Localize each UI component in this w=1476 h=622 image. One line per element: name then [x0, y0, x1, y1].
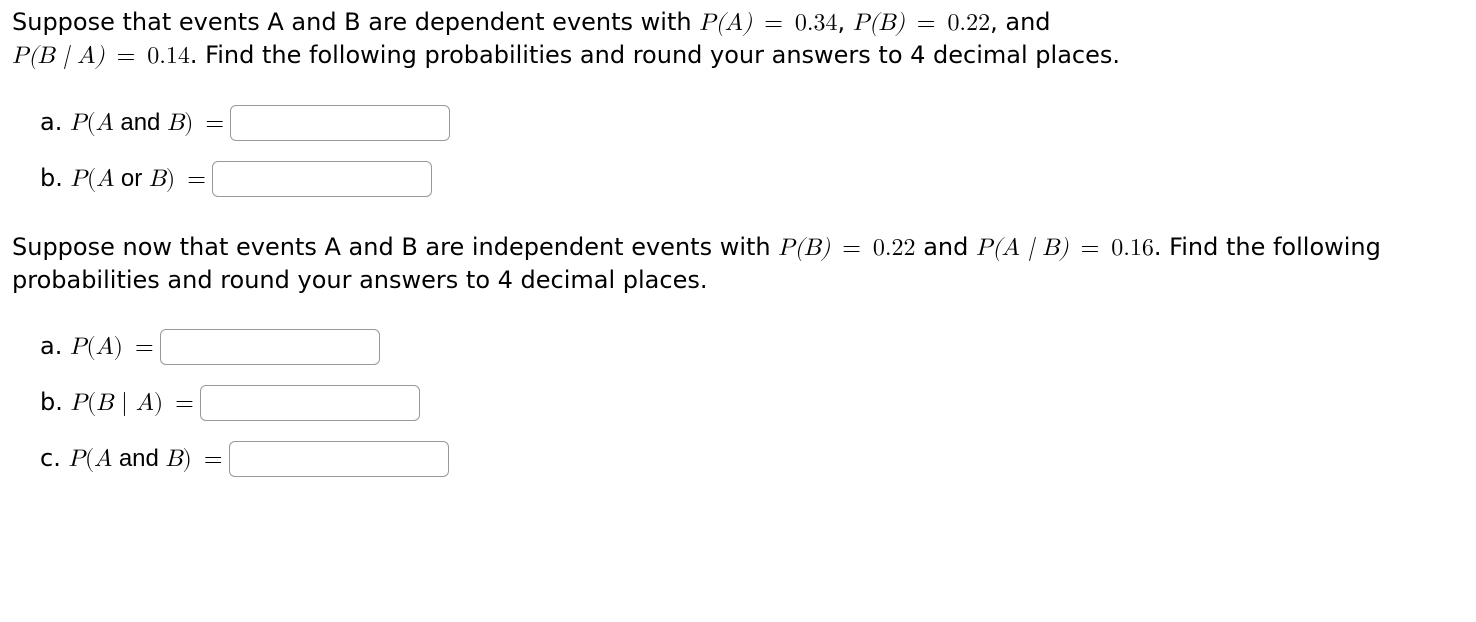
question-set-1: a. P(A and B) = b. P(A or B) =	[12, 101, 1464, 201]
answer-input-1a[interactable]	[230, 105, 450, 141]
math-A: A	[136, 391, 154, 415]
and-word: and	[114, 109, 167, 136]
question-2c-label: c. P(A and B) =	[40, 444, 227, 474]
paren-open: (	[87, 167, 96, 191]
paren-open: (	[87, 391, 96, 415]
text: Suppose now that events A and B are inde…	[12, 233, 778, 261]
question-1a-label: a. P(A and B) =	[40, 108, 228, 138]
math-A: A	[96, 111, 114, 135]
math-p-b: P(B)	[778, 236, 830, 260]
problem-statement-1: Suppose that events A and B are dependen…	[12, 6, 1464, 73]
equals: =	[192, 447, 227, 471]
item-letter: c.	[40, 444, 68, 472]
text: , and	[990, 8, 1050, 36]
math-p-a: P(A)	[699, 11, 752, 35]
math-B: B	[167, 111, 184, 135]
equals: =	[905, 11, 948, 35]
item-letter: b.	[40, 164, 71, 192]
paren-open: (	[85, 447, 94, 471]
paren-close: )	[114, 335, 123, 359]
bar: ∣	[113, 391, 136, 415]
question-1b-row: b. P(A or B) =	[40, 157, 1464, 201]
text: . Find the following probabilities and r…	[190, 41, 1120, 69]
question-2a-label: a. P(A) =	[40, 332, 158, 362]
equals: =	[830, 236, 873, 260]
question-2a-row: a. P(A) =	[40, 325, 1464, 369]
equals: =	[105, 44, 148, 68]
value-p-b: 0.22	[947, 11, 990, 35]
paren-close: )	[184, 111, 193, 135]
math-A: A	[94, 447, 112, 471]
value-p-b: 0.22	[873, 236, 916, 260]
paren-close: )	[166, 167, 175, 191]
text: Suppose that events A and B are dependen…	[12, 8, 699, 36]
value-p-a-given-b: 0.16	[1111, 236, 1154, 260]
item-letter: a.	[40, 332, 70, 360]
math-A: A	[96, 335, 114, 359]
equals: =	[175, 167, 210, 191]
paren-close: )	[183, 447, 192, 471]
equals: =	[752, 11, 795, 35]
math-A: A	[96, 167, 114, 191]
math-P: P	[71, 391, 87, 415]
question-1b-label: b. P(A or B) =	[40, 164, 210, 194]
answer-input-1b[interactable]	[212, 161, 432, 197]
math-B: B	[149, 167, 166, 191]
question-container: Suppose that events A and B are dependen…	[0, 0, 1476, 523]
answer-input-2b[interactable]	[200, 385, 420, 421]
question-1a-row: a. P(A and B) =	[40, 101, 1464, 145]
answer-input-2c[interactable]	[229, 441, 449, 477]
value-p-b-given-a: 0.14	[147, 44, 190, 68]
item-letter: b.	[40, 388, 71, 416]
math-p-b: P(B)	[853, 11, 905, 35]
item-letter: a.	[40, 108, 70, 136]
and-word: and	[112, 445, 165, 472]
question-2b-row: b. P(B ∣ A) =	[40, 381, 1464, 425]
math-P: P	[70, 111, 86, 135]
paren-close: )	[154, 391, 163, 415]
text: and	[916, 233, 976, 261]
math-P: P	[71, 167, 87, 191]
paren-open: (	[86, 335, 95, 359]
math-p-a-given-b: P(A ∣ B)	[976, 236, 1069, 260]
paren-open: (	[86, 111, 95, 135]
math-P: P	[70, 335, 86, 359]
equals: =	[1069, 236, 1112, 260]
math-B: B	[96, 391, 113, 415]
or-word: or	[114, 165, 149, 192]
value-p-a: 0.34	[795, 11, 838, 35]
math-P: P	[68, 447, 84, 471]
equals: =	[193, 111, 228, 135]
equals: =	[163, 391, 198, 415]
question-2c-row: c. P(A and B) =	[40, 437, 1464, 481]
problem-statement-2: Suppose now that events A and B are inde…	[12, 231, 1464, 297]
answer-input-2a[interactable]	[160, 329, 380, 365]
text: ,	[838, 8, 853, 36]
math-B: B	[166, 447, 183, 471]
question-set-2: a. P(A) = b. P(B ∣ A) = c. P(A and B) =	[12, 325, 1464, 481]
equals: =	[123, 335, 158, 359]
math-p-b-given-a: P(B ∣ A)	[12, 44, 105, 68]
question-2b-label: b. P(B ∣ A) =	[40, 388, 198, 418]
